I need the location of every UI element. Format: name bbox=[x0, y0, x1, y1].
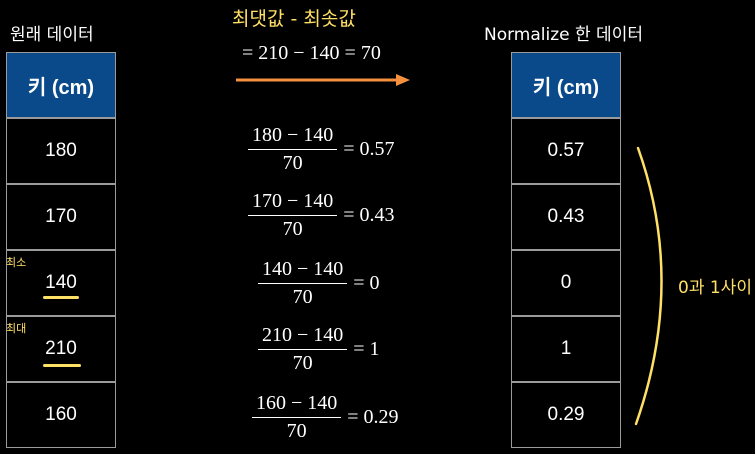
fraction-denominator: 70 bbox=[282, 152, 303, 174]
formula-row-3: 140 − 140 70 = 0 bbox=[258, 258, 380, 309]
fraction: 170 − 140 70 bbox=[248, 190, 338, 241]
min-underline bbox=[43, 296, 79, 299]
fraction: 160 − 140 70 bbox=[252, 392, 342, 443]
original-data-title: 원래 데이터 bbox=[10, 25, 94, 45]
bracket-icon bbox=[634, 146, 663, 426]
fraction: 210 − 140 70 bbox=[258, 324, 348, 375]
fraction-numerator: 210 − 140 bbox=[258, 324, 348, 350]
formula-result: = 1 bbox=[353, 338, 380, 360]
fraction-denominator: 70 bbox=[292, 352, 313, 374]
formula-row-2: 170 − 140 70 = 0.43 bbox=[248, 190, 395, 241]
fraction: 140 − 140 70 bbox=[258, 258, 348, 309]
fraction-denominator: 70 bbox=[286, 420, 307, 442]
max-underline bbox=[43, 364, 81, 367]
formula-result: = 0.57 bbox=[343, 138, 395, 160]
normalized-value-cell: 0.57 bbox=[511, 118, 621, 184]
formula-row-1: 180 − 140 70 = 0.57 bbox=[248, 124, 395, 175]
normalized-value-cell: 1 bbox=[511, 316, 621, 382]
original-value-cell: 180 bbox=[6, 118, 116, 184]
fraction: 180 − 140 70 bbox=[248, 124, 338, 175]
fraction-denominator: 70 bbox=[282, 218, 303, 240]
formula-result: = 0.43 bbox=[343, 204, 395, 226]
formula-row-5: 160 − 140 70 = 0.29 bbox=[252, 392, 399, 443]
original-value-cell: 170 bbox=[6, 184, 116, 250]
arrow-right-icon bbox=[236, 74, 410, 86]
original-value-cell: 160 bbox=[6, 382, 116, 448]
min-label: 최소 bbox=[6, 256, 27, 269]
formula-row-4: 210 − 140 70 = 1 bbox=[258, 324, 380, 375]
original-header-cell: 키 (cm) bbox=[6, 52, 116, 118]
max-label: 최대 bbox=[6, 322, 27, 335]
normalized-value-cell: 0 bbox=[511, 250, 621, 316]
formula-result: = 0 bbox=[353, 272, 380, 294]
range-label: 최댓값 - 최솟값 bbox=[232, 8, 356, 30]
fraction-numerator: 170 − 140 bbox=[248, 190, 338, 216]
original-data-table: 키 (cm) 180 170 140 210 160 bbox=[6, 52, 116, 448]
normalized-value-cell: 0.29 bbox=[511, 382, 621, 448]
range-equation: = 210 − 140 = 70 bbox=[242, 42, 381, 64]
normalized-value-cell: 0.43 bbox=[511, 184, 621, 250]
normalized-data-title: Normalize 한 데이터 bbox=[484, 25, 643, 45]
fraction-numerator: 180 − 140 bbox=[248, 124, 338, 150]
fraction-denominator: 70 bbox=[292, 286, 313, 308]
fraction-numerator: 160 − 140 bbox=[252, 392, 342, 418]
range-zero-to-one-label: 0과 1사이 bbox=[678, 278, 752, 298]
formula-result: = 0.29 bbox=[347, 406, 399, 428]
normalized-data-table: 키 (cm) 0.57 0.43 0 1 0.29 bbox=[511, 52, 621, 448]
normalized-header-cell: 키 (cm) bbox=[511, 52, 621, 118]
fraction-numerator: 140 − 140 bbox=[258, 258, 348, 284]
